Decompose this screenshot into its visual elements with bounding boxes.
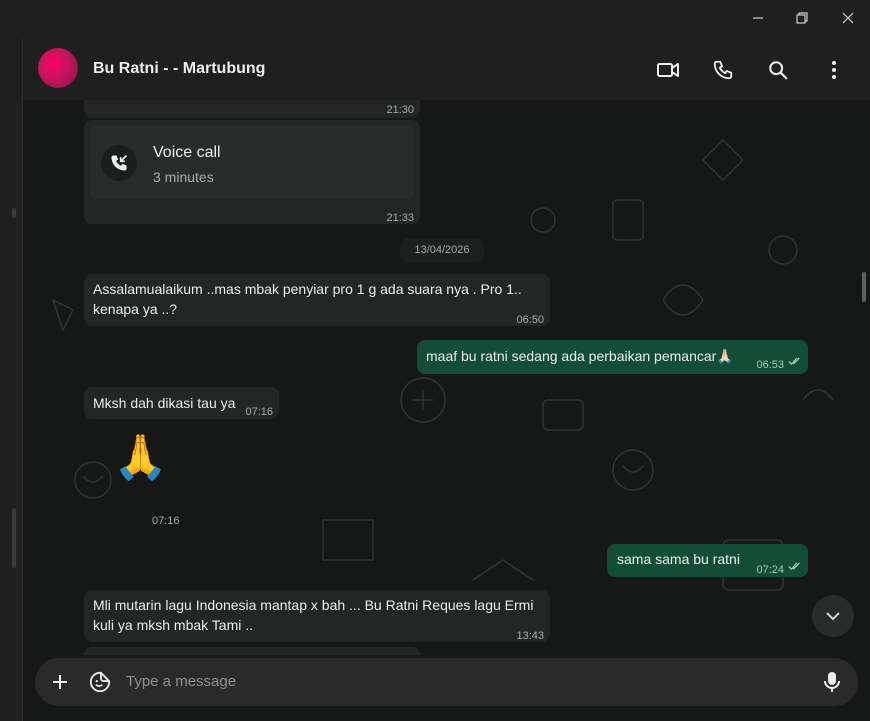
message-time: 21:33 (386, 212, 414, 224)
close-icon[interactable] (833, 4, 863, 32)
message-time: 07:16 (152, 515, 180, 527)
read-receipt-icon (788, 357, 800, 366)
voice-call-bubble[interactable]: Voice call 3 minutes 21:33 (84, 120, 420, 224)
message-time: 07:24 (756, 564, 784, 576)
sticker-icon[interactable] (88, 670, 112, 694)
message-bubble-incoming[interactable]: Assalamualaikum ..mas mbak penyiar pro 1… (84, 274, 550, 326)
message-bubble-incoming[interactable]: 21:30 (84, 100, 420, 118)
emoji-message[interactable]: 🙏 (113, 428, 168, 488)
edge-mark (12, 508, 16, 568)
plus-icon[interactable] (48, 670, 72, 694)
message-bubble-incoming[interactable]: Mli mutarin lagu Indonesia mantap x bah … (84, 590, 550, 642)
voice-call-duration: 3 minutes (153, 169, 214, 185)
message-time: 06:53 (756, 359, 784, 371)
minimize-icon[interactable] (743, 4, 773, 32)
message-text: Mli mutarin lagu Indonesia mantap x bah … (93, 597, 534, 633)
message-time: 06:50 (516, 314, 544, 326)
message-text: maaf bu ratni sedang ada perbaikan peman… (426, 348, 734, 364)
message-text: Assalamualaikum ..mas mbak penyiar pro 1… (93, 281, 522, 317)
missed-call-icon (101, 145, 137, 181)
message-text: sama sama bu ratni (617, 551, 740, 567)
message-bubble-outgoing[interactable]: sama sama bu ratni 07:24 (607, 544, 808, 577)
left-panel-edge (0, 38, 23, 721)
video-call-icon[interactable] (655, 57, 681, 83)
message-time: 13:43 (516, 630, 544, 642)
avatar[interactable] (38, 48, 78, 88)
message-text: Mksh dah dikasi tau ya (93, 395, 236, 411)
date-separator: 13/04/2026 (400, 238, 484, 262)
edge-mark (12, 208, 16, 218)
scroll-to-bottom-button[interactable] (812, 595, 854, 637)
message-bubble-incoming[interactable]: Mksh dah dikasi tau ya 07:16 (84, 387, 279, 419)
microphone-icon[interactable] (820, 670, 844, 694)
message-input[interactable]: Type a message (126, 673, 236, 690)
message-list[interactable]: 21:30 Voice call 3 minutes 21:33 13/04/2… (23, 100, 870, 655)
voice-call-title: Voice call (153, 144, 221, 161)
phone-icon[interactable] (710, 57, 736, 83)
message-composer[interactable]: Type a message (35, 658, 858, 706)
chevron-down-icon (826, 612, 840, 621)
chat-header[interactable]: Bu Ratni - - Martubung (23, 38, 870, 100)
window-titlebar (0, 0, 870, 38)
restore-icon[interactable] (787, 4, 817, 32)
message-time: 21:30 (386, 104, 414, 116)
message-time: 07:16 (245, 406, 273, 418)
search-icon[interactable] (765, 57, 791, 83)
message-bubble-outgoing[interactable]: maaf bu ratni sedang ada perbaikan peman… (417, 340, 808, 374)
voice-call-card[interactable]: Voice call 3 minutes (90, 125, 414, 199)
more-vertical-icon[interactable] (821, 57, 847, 83)
message-bubble-incoming[interactable] (84, 647, 420, 655)
contact-name[interactable]: Bu Ratni - - Martubung (93, 60, 265, 78)
scrollbar-thumb[interactable] (862, 272, 866, 302)
read-receipt-icon (788, 562, 800, 571)
